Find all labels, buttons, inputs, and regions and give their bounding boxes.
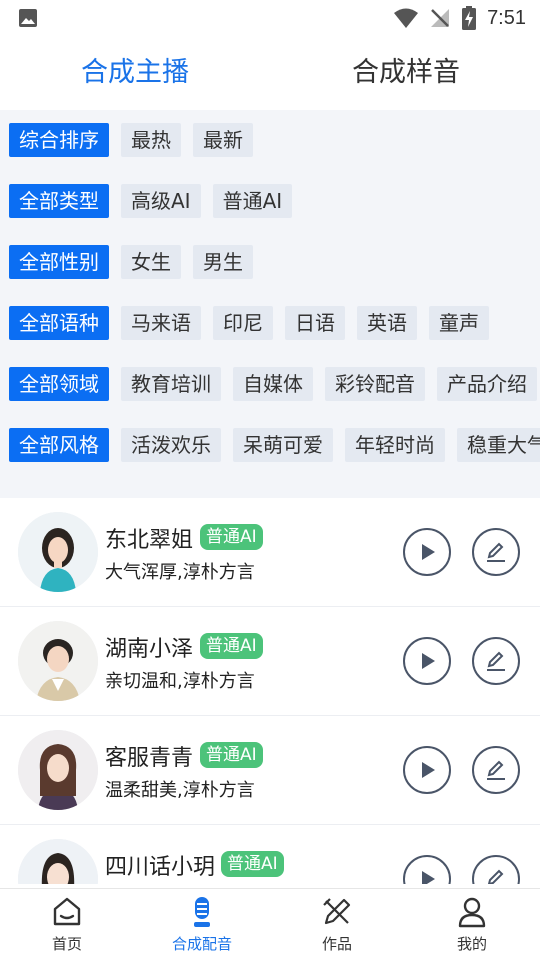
- avatar: [18, 839, 98, 884]
- filter-chip-selected[interactable]: 全部语种: [9, 306, 109, 340]
- filter-chip[interactable]: 教育培训: [121, 367, 221, 401]
- play-icon: [422, 653, 435, 669]
- voice-list-item[interactable]: 客服青青 普通AI 温柔甜美,淳朴方言: [0, 716, 540, 825]
- voice-description: 温柔甜美,淳朴方言: [105, 780, 255, 801]
- filter-row-style: 全部风格 活泼欢乐 呆萌可爱 年轻时尚 稳重大气: [9, 428, 540, 462]
- filter-chip[interactable]: 男生: [193, 245, 253, 279]
- filter-chip[interactable]: 马来语: [121, 306, 201, 340]
- edit-button[interactable]: [472, 746, 520, 794]
- filter-chip-selected[interactable]: 全部类型: [9, 184, 109, 218]
- edit-button[interactable]: [472, 528, 520, 576]
- status-bar: 7:51: [0, 0, 540, 36]
- image-notification-icon: [19, 9, 37, 27]
- edit-button[interactable]: [472, 855, 520, 884]
- filter-row-type: 全部类型 高级AI 普通AI: [9, 184, 293, 218]
- filter-chip-selected[interactable]: 全部风格: [9, 428, 109, 462]
- avatar: [18, 730, 98, 810]
- bottom-nav: 首页 合成配音 作品 我的: [0, 888, 540, 960]
- play-icon: [422, 762, 435, 778]
- voice-type-badge: 普通AI: [200, 742, 263, 768]
- filter-chip[interactable]: 童声: [429, 306, 489, 340]
- voice-description: 大气浑厚,淳朴方言: [105, 562, 255, 583]
- avatar: [18, 512, 98, 592]
- filter-chip[interactable]: 自媒体: [233, 367, 313, 401]
- filter-chip[interactable]: 最新: [193, 123, 253, 157]
- play-button[interactable]: [403, 746, 451, 794]
- tab-synth-anchor-label: 合成主播: [81, 57, 189, 88]
- voice-list-item[interactable]: 东北翠姐 普通AI 大气浑厚,淳朴方言: [0, 498, 540, 607]
- filter-chip-selected[interactable]: 综合排序: [9, 123, 109, 157]
- top-tab-bar: 合成主播 合成样音: [0, 40, 540, 100]
- filter-chip[interactable]: 普通AI: [212, 184, 293, 218]
- filter-row-gender: 全部性别 女生 男生: [9, 245, 253, 279]
- filter-chip[interactable]: 呆萌可爱: [233, 428, 333, 462]
- voice-name: 东北翠姐: [105, 528, 194, 553]
- nav-item-synth-dub[interactable]: 合成配音: [152, 895, 252, 957]
- filter-chip-selected[interactable]: 全部领域: [9, 367, 109, 401]
- nav-item-profile-label: 我的: [456, 935, 487, 953]
- play-icon: [422, 871, 435, 884]
- voice-list: 东北翠姐 普通AI 大气浑厚,淳朴方言 湖南小泽 普通AI 亲切温和,淳朴方言: [0, 498, 540, 884]
- voice-list-item[interactable]: 四川话小玥 普通AI: [0, 825, 540, 884]
- voice-type-badge: 普通AI: [200, 633, 263, 659]
- voice-type-badge: 普通AI: [221, 851, 284, 877]
- play-button[interactable]: [403, 528, 451, 576]
- edit-button[interactable]: [472, 637, 520, 685]
- filter-chip[interactable]: 稳重大气: [457, 428, 540, 462]
- nav-item-works[interactable]: 作品: [287, 895, 387, 957]
- voice-type-badge: 普通AI: [200, 524, 263, 550]
- filter-chip[interactable]: 女生: [121, 245, 181, 279]
- nav-item-synth-dub-label: 合成配音: [171, 935, 232, 953]
- pencil-icon: [487, 651, 505, 671]
- filter-row-domain: 全部领域 教育培训 自媒体 彩铃配音 产品介绍: [9, 367, 537, 401]
- filter-chip[interactable]: 产品介绍: [437, 367, 537, 401]
- voice-name: 客服青青: [105, 746, 194, 771]
- filter-chip[interactable]: 活泼欢乐: [121, 428, 221, 462]
- play-button[interactable]: [403, 855, 451, 884]
- battery-charging-icon: [462, 6, 477, 30]
- filter-chip[interactable]: 高级AI: [121, 184, 201, 218]
- filter-chip[interactable]: 英语: [357, 306, 417, 340]
- voice-name: 四川话小玥: [105, 855, 216, 880]
- tab-synth-sample[interactable]: 合成样音: [352, 50, 460, 89]
- filter-panel: 综合排序 最热 最新 全部类型 高级AI 普通AI 全部性别 女生 男生 全部语…: [0, 110, 540, 498]
- filter-chip[interactable]: 最热: [121, 123, 181, 157]
- filter-row-language: 全部语种 马来语 印尼 日语 英语 童声: [9, 306, 489, 340]
- home-icon: [53, 897, 81, 926]
- play-icon: [422, 544, 435, 560]
- filter-chip[interactable]: 印尼: [213, 306, 273, 340]
- pencil-icon: [487, 542, 505, 562]
- filter-chip[interactable]: 日语: [285, 306, 345, 340]
- works-icon: [323, 898, 351, 925]
- profile-icon: [458, 897, 486, 928]
- no-signal-icon: [431, 9, 450, 27]
- filter-row-sort: 综合排序 最热 最新: [9, 123, 253, 157]
- pencil-icon: [487, 760, 505, 780]
- filter-chip-selected[interactable]: 全部性别: [9, 245, 109, 279]
- tab-synth-anchor[interactable]: 合成主播: [81, 50, 189, 91]
- microphone-icon: [194, 897, 210, 927]
- nav-item-profile[interactable]: 我的: [422, 895, 522, 957]
- voice-name: 湖南小泽: [105, 637, 194, 662]
- play-button[interactable]: [403, 637, 451, 685]
- pencil-icon: [487, 869, 504, 884]
- tab-synth-sample-label: 合成样音: [352, 57, 460, 88]
- nav-item-home[interactable]: 首页: [17, 895, 117, 957]
- wifi-icon: [394, 8, 419, 28]
- filter-chip[interactable]: 年轻时尚: [345, 428, 445, 462]
- nav-item-works-label: 作品: [321, 935, 352, 953]
- avatar: [18, 621, 98, 701]
- filter-chip[interactable]: 彩铃配音: [325, 367, 425, 401]
- nav-item-home-label: 首页: [51, 935, 82, 953]
- clock-time: 7:51: [487, 6, 526, 29]
- voice-description: 亲切温和,淳朴方言: [105, 671, 255, 692]
- voice-list-item[interactable]: 湖南小泽 普通AI 亲切温和,淳朴方言: [0, 607, 540, 716]
